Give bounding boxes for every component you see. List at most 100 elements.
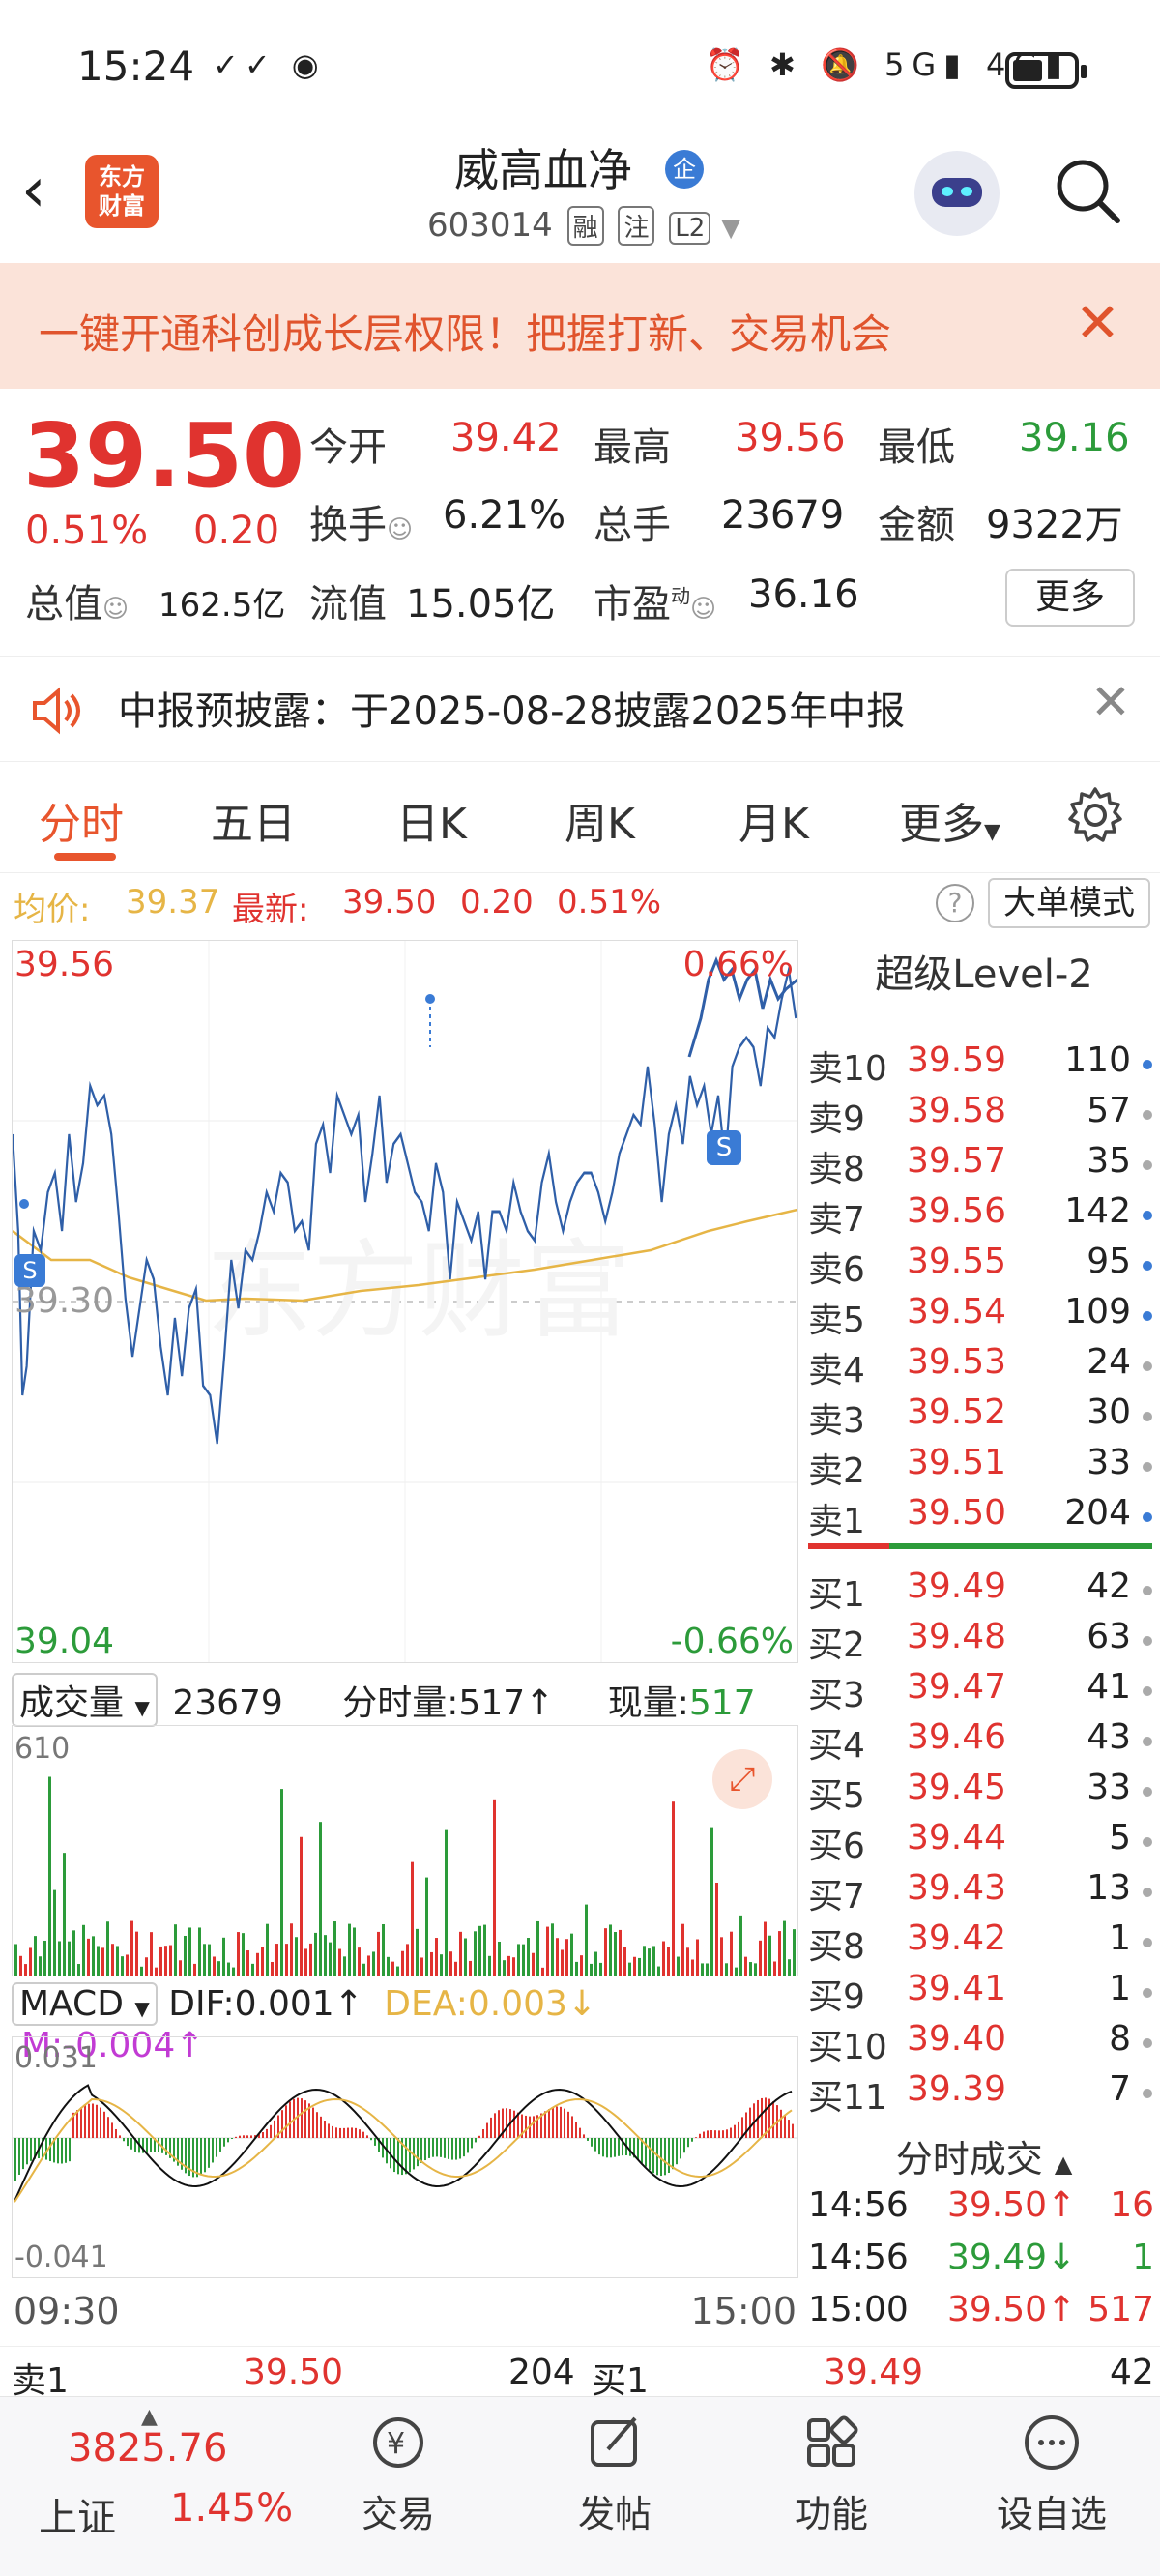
ask-level-label: 卖8 <box>808 1150 865 1189</box>
ask-price: 39.51 <box>907 1443 1007 1482</box>
gear-icon[interactable] <box>1065 785 1125 845</box>
macd-bar <box>243 2135 245 2138</box>
nav-features[interactable]: 功能 <box>754 2411 909 2537</box>
sell-marker-icon[interactable]: S <box>707 1130 741 1165</box>
level2-title[interactable]: 超级Level-2 <box>808 943 1160 1001</box>
tab-more[interactable]: 更多▼ <box>899 789 1000 851</box>
macd-bar <box>281 2110 283 2138</box>
index-name[interactable]: 上证 <box>39 2486 116 2542</box>
ask-row[interactable]: 卖8 39.57 35 <box>808 1141 1160 1191</box>
macd-bar <box>707 2130 709 2138</box>
volume-bar <box>324 1935 327 1976</box>
volume-bar <box>63 1853 66 1976</box>
bid-row[interactable]: 买10 39.40 8 <box>808 2019 1160 2069</box>
bid-row[interactable]: 买9 39.41 1 <box>808 1969 1160 2019</box>
notice-text[interactable]: 中报预披露：于2025-08-28披露2025年中报 <box>118 680 905 736</box>
ask-row[interactable]: 卖1 39.50 204 <box>808 1493 1160 1543</box>
volume-bar <box>145 1957 148 1976</box>
ask-row[interactable]: 卖2 39.51 33 <box>808 1443 1160 1493</box>
macd-bar <box>598 2138 600 2155</box>
expand-up-icon[interactable]: ▲ <box>6 2405 158 2429</box>
ask-row[interactable]: 卖5 39.54 109 <box>808 1292 1160 1342</box>
tick-trades-title[interactable]: 分时成交 ▲ <box>808 2129 1160 2182</box>
ask-row[interactable]: 卖4 39.53 24 <box>808 1342 1160 1392</box>
speaker-icon <box>33 687 80 735</box>
volume-bar <box>387 1956 390 1976</box>
macd-bar <box>699 2133 701 2138</box>
nav-add-watchlist[interactable]: 设自选 <box>974 2411 1129 2537</box>
trade-row: 15:00 39.50↑ 517 <box>808 2290 1160 2342</box>
nav-trade[interactable]: ¥ 交易 <box>321 2411 476 2537</box>
close-icon[interactable]: ✕ <box>1075 292 1120 355</box>
notice-bar[interactable]: 中报预披露：于2025-08-28披露2025年中报 ✕ <box>0 656 1160 762</box>
order-dot-icon <box>1143 1512 1152 1522</box>
macd-bar <box>212 2138 214 2163</box>
tab-five-day[interactable]: 五日 <box>211 789 296 851</box>
back-arrow-icon[interactable]: ‹ <box>21 155 46 226</box>
macd-chart[interactable]: 0.031 -0.041 <box>12 2036 798 2278</box>
big-order-mode-button[interactable]: 大单模式 <box>988 878 1150 928</box>
bid-level-label: 买3 <box>808 1676 865 1715</box>
indicator-selector[interactable]: 成交量 ▼ <box>12 1673 158 1727</box>
bid-row[interactable]: 买8 39.42 1 <box>808 1918 1160 1969</box>
bid-row[interactable]: 买1 39.49 42 <box>808 1566 1160 1617</box>
app-logo[interactable]: 东方 财富 <box>85 155 159 228</box>
mcap-value: 162.5亿 <box>159 586 286 625</box>
volume-bar <box>619 1929 622 1976</box>
macd-bar <box>695 2137 697 2138</box>
tab-daily-k[interactable]: 日K <box>396 789 467 851</box>
macd-bar <box>266 2128 268 2138</box>
bid-row[interactable]: 买5 39.45 33 <box>808 1768 1160 1818</box>
macd-bar <box>324 2121 326 2138</box>
bid-row[interactable]: 买3 39.47 41 <box>808 1667 1160 1717</box>
order-dot-icon <box>1143 1060 1152 1069</box>
volume-chart[interactable]: 610 ⤢ <box>12 1725 798 1976</box>
macd-bar <box>645 2138 647 2167</box>
assistant-robot-icon[interactable] <box>914 151 1000 236</box>
volume-bar <box>768 1935 771 1976</box>
bid-row[interactable]: 买11 39.39 7 <box>808 2069 1160 2120</box>
ask-row[interactable]: 卖3 39.52 30 <box>808 1392 1160 1443</box>
macd-selector[interactable]: MACD ▼ <box>12 1982 158 2026</box>
bid-row[interactable]: 买4 39.46 43 <box>808 1717 1160 1768</box>
more-quote-button[interactable]: 更多 <box>1005 569 1135 627</box>
tab-monthly-k[interactable]: 月K <box>739 789 809 851</box>
help-icon[interactable]: ? <box>936 884 974 922</box>
tab-weekly-k[interactable]: 周K <box>565 789 635 851</box>
macd-bar <box>301 2098 303 2138</box>
macd-bar <box>359 2129 361 2138</box>
ask-row[interactable]: 卖10 39.59 110 <box>808 1040 1160 1091</box>
sell-marker-icon[interactable]: S <box>14 1254 45 1287</box>
trade-price: 39.50↑ <box>947 2185 1077 2225</box>
expand-icon[interactable]: ⤢ <box>712 1749 772 1809</box>
bid-row[interactable]: 买2 39.48 63 <box>808 1617 1160 1667</box>
index-pct[interactable]: 1.45% <box>170 2486 293 2531</box>
chart-low-price: 39.04 <box>14 1622 115 1661</box>
bid-level-label: 买8 <box>808 1927 865 1967</box>
volume-bar <box>599 1962 602 1976</box>
macd-bar <box>734 2124 736 2138</box>
intraday-chart[interactable]: 东方财富 39.56 0.66% 39.04 -0.66% 39.30 S S <box>12 940 798 1663</box>
bid-row[interactable]: 买7 39.43 13 <box>808 1868 1160 1918</box>
index-value[interactable]: 3825.76 <box>68 2426 227 2471</box>
macd-bar <box>556 2106 558 2138</box>
bid-row[interactable]: 买6 39.44 5 <box>808 1818 1160 1868</box>
close-icon[interactable]: ✕ <box>1090 674 1131 730</box>
ask-row[interactable]: 卖7 39.56 142 <box>808 1191 1160 1242</box>
search-icon[interactable] <box>1054 157 1123 226</box>
macd-bar <box>69 2138 71 2162</box>
nav-post[interactable]: 发帖 <box>537 2411 692 2537</box>
stock-code-row[interactable]: 603014 融 注 L2 ▼ <box>427 206 740 246</box>
bid-level-label: 买4 <box>808 1726 865 1766</box>
ask-row[interactable]: 卖9 39.58 57 <box>808 1091 1160 1141</box>
macd-bar <box>343 2127 345 2138</box>
promo-banner[interactable]: 一键开通科创成长层权限！把握打新、交易机会 ✕ <box>0 263 1160 389</box>
volume-bar <box>150 1932 153 1976</box>
volume-bar <box>111 1944 114 1976</box>
macd-bar <box>351 2127 353 2138</box>
promo-text[interactable]: 一键开通科创成长层权限！把握打新、交易机会 <box>39 302 891 361</box>
macd-header: MACD ▼ DIF:0.001↑ DEA:0.003↓ M:-0.004↑ <box>12 1982 798 2065</box>
tab-intraday[interactable]: 分时 <box>39 789 124 851</box>
ask-row[interactable]: 卖6 39.55 95 <box>808 1242 1160 1292</box>
chevron-down-icon[interactable]: ▼ <box>721 214 740 243</box>
